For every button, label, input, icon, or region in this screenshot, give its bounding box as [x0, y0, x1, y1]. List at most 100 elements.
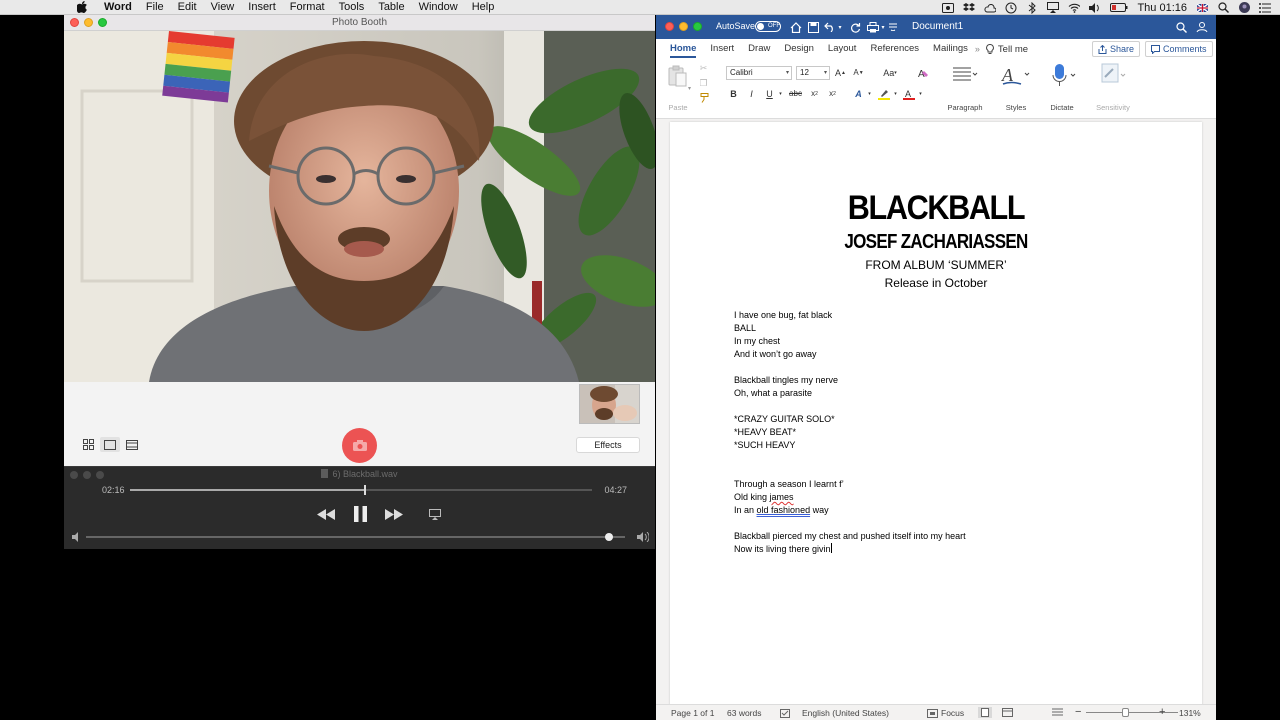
tab-insert[interactable]: Insert	[703, 39, 741, 59]
word-close-button[interactable]	[665, 22, 674, 31]
draft-layout-icon[interactable]	[1052, 708, 1063, 719]
close-window-button[interactable]	[70, 18, 79, 27]
redo-icon[interactable]	[848, 20, 862, 34]
print-icon[interactable]: ▾	[866, 20, 886, 34]
dropbox-icon[interactable]	[963, 2, 976, 14]
menu-edit[interactable]: Edit	[171, 0, 204, 15]
tell-me-search[interactable]: Tell me	[986, 43, 1028, 55]
airplay-output-button[interactable]	[428, 505, 442, 523]
proofing-icon[interactable]	[780, 709, 790, 720]
bluetooth-icon[interactable]	[1026, 1, 1038, 14]
take-photo-button[interactable]	[342, 428, 377, 463]
cut-icon[interactable]: ✂	[697, 62, 710, 75]
italic-button[interactable]: I	[745, 87, 758, 100]
effects-button[interactable]: Effects	[576, 437, 640, 453]
home-icon[interactable]	[789, 20, 803, 34]
styles-icon[interactable]: A	[1001, 64, 1031, 86]
battery-icon[interactable]	[1110, 2, 1128, 14]
subscript-button[interactable]: x2	[808, 87, 821, 100]
airplay-icon[interactable]	[1047, 2, 1060, 14]
copy-icon[interactable]: ❐	[697, 77, 710, 90]
menu-window[interactable]: Window	[412, 0, 465, 15]
increase-font-size-icon[interactable]: A ▲	[834, 66, 847, 79]
sensitivity-icon[interactable]	[1101, 63, 1127, 87]
menu-app-word[interactable]: Word	[97, 0, 139, 15]
zoom-in-button[interactable]: +	[1159, 706, 1165, 718]
time-machine-icon[interactable]	[1005, 2, 1017, 14]
web-layout-icon[interactable]	[1002, 708, 1013, 719]
wifi-icon[interactable]	[1068, 2, 1081, 14]
account-icon[interactable]	[1195, 20, 1209, 34]
focus-icon[interactable]	[927, 709, 938, 720]
customize-toolbar-icon[interactable]	[888, 20, 898, 34]
single-photo-mode-icon[interactable]	[100, 437, 120, 452]
tab-home[interactable]: Home	[663, 39, 703, 59]
menu-help[interactable]: Help	[465, 0, 502, 15]
comments-button[interactable]: Comments	[1145, 41, 1213, 57]
highlight-dropdown-icon[interactable]: ▾	[889, 87, 902, 100]
playhead-handle[interactable]	[364, 485, 367, 495]
volume-handle[interactable]	[604, 533, 613, 541]
font-size-dropdown[interactable]: 12 ▾	[796, 66, 830, 80]
tab-design[interactable]: Design	[777, 39, 821, 59]
clear-formatting-icon[interactable]: A	[916, 66, 929, 79]
tab-references[interactable]: References	[863, 39, 926, 59]
rewind-button[interactable]	[316, 505, 336, 523]
font-color-dropdown-icon[interactable]: ▾	[914, 87, 927, 100]
menubar-clock[interactable]: Thu 01:16	[1137, 2, 1187, 14]
minimize-window-button[interactable]	[84, 18, 93, 27]
font-name-dropdown[interactable]: Calibri ▾	[726, 66, 792, 80]
zoom-level[interactable]: 131%	[1179, 708, 1201, 718]
search-icon[interactable]	[1174, 20, 1188, 34]
strikethrough-button[interactable]: abc	[789, 87, 802, 100]
word-count[interactable]: 63 words	[727, 708, 762, 718]
microphone-icon[interactable]	[1052, 63, 1078, 87]
menu-format[interactable]: Format	[283, 0, 332, 15]
page-count[interactable]: Page 1 of 1	[671, 708, 714, 718]
print-layout-icon[interactable]	[978, 707, 992, 718]
share-button[interactable]: Share	[1092, 41, 1141, 57]
menu-file[interactable]: File	[139, 0, 171, 15]
pause-button[interactable]	[352, 505, 368, 523]
notification-center-icon[interactable]	[1259, 2, 1271, 14]
volume-icon[interactable]	[1089, 2, 1101, 14]
format-painter-icon[interactable]	[697, 91, 710, 104]
photo-thumbnail[interactable]	[579, 384, 640, 424]
paste-dropdown-icon[interactable]: ▾	[688, 85, 691, 92]
cloud-icon[interactable]	[984, 2, 997, 14]
paragraph-icon[interactable]	[950, 66, 978, 84]
volume-slider[interactable]	[86, 533, 625, 541]
tab-layout[interactable]: Layout	[821, 39, 864, 59]
spelling-error[interactable]: james	[770, 492, 794, 502]
user-avatar-icon[interactable]	[1238, 2, 1250, 14]
screen-record-icon[interactable]	[942, 2, 955, 14]
zoom-out-button[interactable]: −	[1075, 706, 1081, 718]
menu-table[interactable]: Table	[371, 0, 411, 15]
superscript-button[interactable]: x2	[826, 87, 839, 100]
text-effects-dropdown-icon[interactable]: ▾	[863, 87, 876, 100]
apple-icon[interactable]	[75, 0, 89, 14]
spotlight-search-icon[interactable]	[1217, 2, 1229, 14]
playback-scrubber[interactable]	[130, 485, 592, 495]
focus-mode[interactable]: Focus	[941, 708, 964, 718]
bold-button[interactable]: B	[727, 87, 740, 100]
four-up-mode-icon[interactable]	[78, 437, 98, 452]
menu-view[interactable]: View	[204, 0, 242, 15]
input-flag-icon[interactable]	[1196, 2, 1208, 14]
video-mode-icon[interactable]	[122, 437, 142, 452]
save-icon[interactable]	[806, 20, 820, 34]
language[interactable]: English (United States)	[802, 708, 889, 718]
menu-insert[interactable]: Insert	[241, 0, 283, 15]
paste-icon[interactable]	[667, 65, 687, 87]
fast-forward-button[interactable]	[384, 505, 404, 523]
zoom-window-button[interactable]	[98, 18, 107, 27]
change-case-icon[interactable]: Aa ▾	[880, 66, 900, 79]
undo-icon[interactable]: ▾	[823, 20, 843, 34]
grammar-suggestion[interactable]: old fashioned	[757, 505, 811, 515]
underline-dropdown-icon[interactable]: ▾	[774, 87, 787, 100]
decrease-font-size-icon[interactable]: A ▼	[852, 66, 865, 79]
tab-draw[interactable]: Draw	[741, 39, 777, 59]
tab-mailings[interactable]: Mailings	[926, 39, 975, 59]
word-minimize-button[interactable]	[679, 22, 688, 31]
document-page[interactable]: BLACKBALL JOSEF ZACHARIASSEN FROM ALBUM …	[670, 122, 1202, 720]
